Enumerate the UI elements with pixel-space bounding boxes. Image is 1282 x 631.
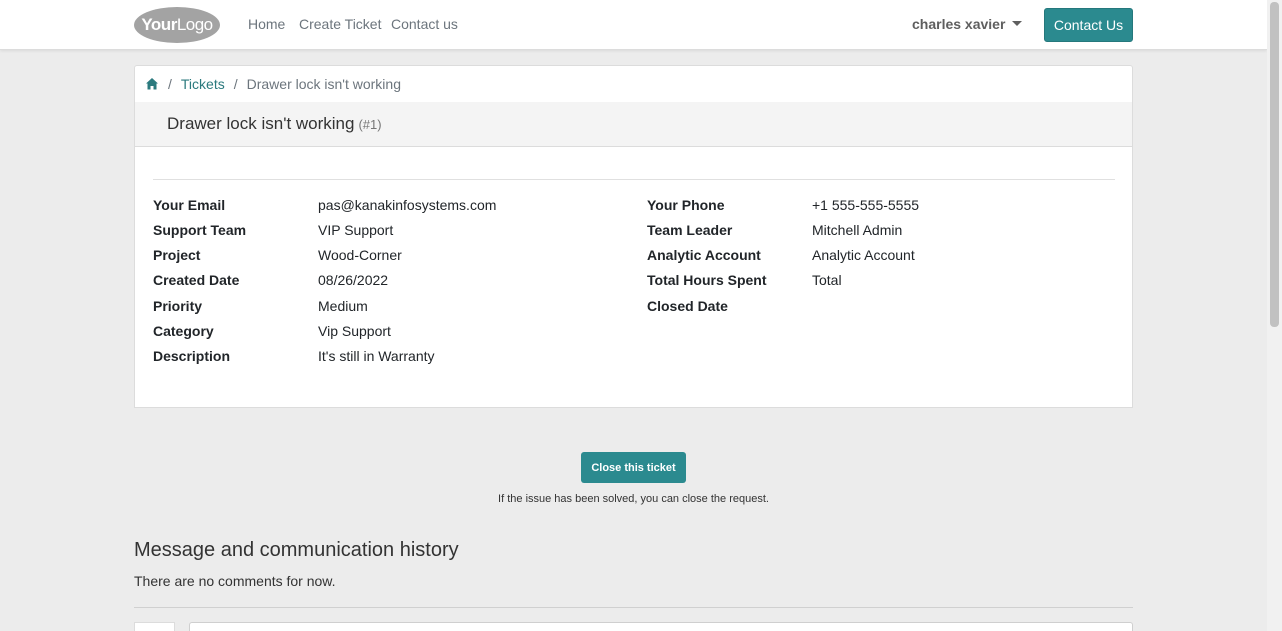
nav-contact-link[interactable]: Contact us: [391, 16, 458, 32]
message-composer[interactable]: [189, 622, 1133, 631]
user-menu-dropdown[interactable]: charles xavier: [912, 16, 1023, 32]
closed-date-label: Closed Date: [647, 298, 728, 314]
close-ticket-hint: If the issue has been solved, you can cl…: [498, 493, 769, 505]
no-comments-text: There are no comments for now.: [134, 573, 336, 589]
contact-us-button[interactable]: Contact Us: [1044, 8, 1133, 42]
history-title: Message and communication history: [134, 539, 459, 561]
ticket-number: (#1): [358, 116, 382, 132]
company-logo[interactable]: Your Logo: [134, 7, 220, 43]
breadcrumb-separator: /: [233, 76, 238, 92]
analytic-account-value: Analytic Account: [812, 247, 915, 263]
created-date-label: Created Date: [153, 272, 240, 288]
history-divider: [134, 607, 1133, 608]
description-value: It's still in Warranty: [318, 348, 435, 364]
caret-down-icon: [1012, 21, 1023, 26]
created-date-value: 08/26/2022: [318, 272, 389, 288]
logo-bold-text: Your: [141, 15, 177, 34]
project-value: Wood-Corner: [318, 247, 402, 263]
total-hours-value: Total: [812, 272, 842, 288]
breadcrumb-separator: /: [168, 76, 172, 92]
team-leader-label: Team Leader: [647, 222, 733, 238]
ticket-header: Drawer lock isn't working (#1): [135, 102, 1132, 147]
team-leader-value: Mitchell Admin: [812, 222, 903, 238]
page-scrollbar[interactable]: [1267, 0, 1282, 631]
ticket-title: Drawer lock isn't working: [167, 114, 355, 133]
description-label: Description: [153, 348, 231, 364]
logo-light-text: Logo: [176, 15, 213, 34]
phone-value: +1 555-555-5555: [812, 197, 920, 213]
nav-create-ticket-link[interactable]: Create Ticket: [299, 16, 381, 32]
project-label: Project: [153, 247, 201, 263]
breadcrumb-current: Drawer lock isn't working: [246, 76, 401, 92]
support-team-label: Support Team: [153, 222, 247, 238]
breadcrumb-tickets-link[interactable]: Tickets: [181, 76, 225, 92]
divider: [153, 179, 1115, 180]
total-hours-label: Total Hours Spent: [647, 272, 767, 288]
avatar: [134, 622, 175, 631]
category-value: Vip Support: [318, 323, 391, 339]
nav-home-link[interactable]: Home: [248, 16, 285, 32]
email-label: Your Email: [153, 197, 226, 213]
breadcrumb: / Tickets / Drawer lock isn't working: [134, 65, 1133, 103]
category-label: Category: [153, 323, 214, 339]
top-navbar: Your Logo Home Create Ticket Contact us c…: [0, 0, 1267, 50]
support-team-value: VIP Support: [318, 222, 394, 238]
scrollbar-thumb[interactable]: [1270, 2, 1279, 327]
analytic-account-label: Analytic Account: [647, 247, 761, 263]
priority-label: Priority: [153, 298, 203, 314]
close-ticket-button[interactable]: Close this ticket: [581, 452, 686, 483]
priority-value: Medium: [318, 298, 368, 314]
user-name: charles xavier: [912, 16, 1006, 32]
home-icon[interactable]: [145, 77, 159, 91]
email-value: pas@kanakinfosystems.com: [318, 197, 497, 213]
phone-label: Your Phone: [647, 197, 725, 213]
ticket-card: Drawer lock isn't working (#1) Your Emai…: [134, 102, 1133, 408]
